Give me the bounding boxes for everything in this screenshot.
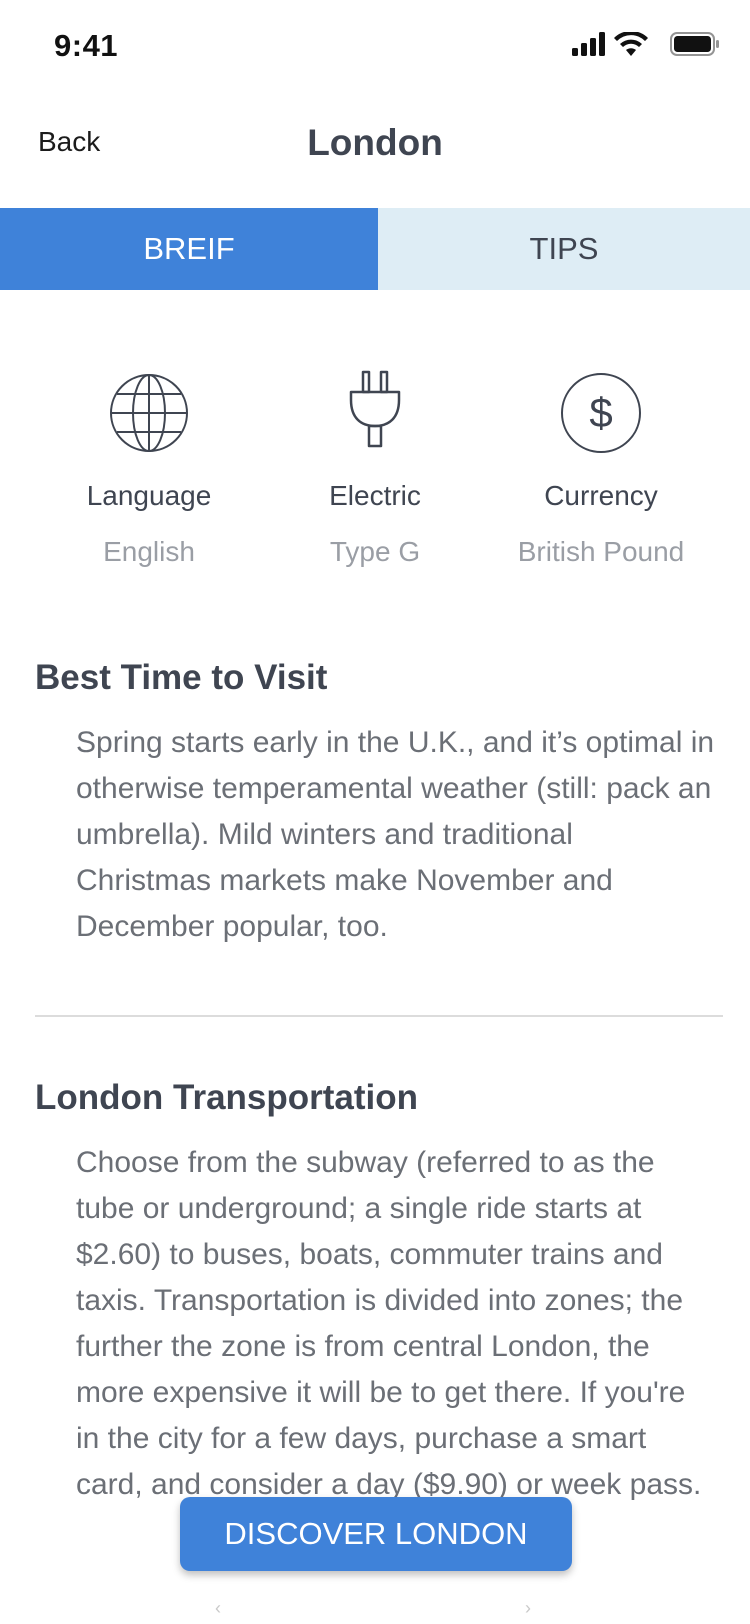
plug-icon: [349, 370, 401, 448]
page-title: London: [307, 122, 443, 163]
tab-brief[interactable]: BREIF: [0, 208, 378, 290]
wifi-icon: [614, 32, 648, 56]
chevron-left-icon: ‹: [215, 1598, 221, 1618]
info-value-currency: British Pound: [517, 536, 685, 567]
globe-icon: [110, 374, 188, 452]
info-label-language: Language: [86, 480, 212, 511]
chevron-right-icon: ›: [525, 1598, 531, 1618]
section-divider: [35, 1015, 723, 1017]
svg-text:$: $: [589, 389, 612, 436]
navigation-bar: Back London: [0, 100, 750, 200]
cellular-signal-icon: [572, 32, 605, 56]
discover-london-button[interactable]: DISCOVER LONDON: [180, 1497, 572, 1571]
info-label-electric: Electric: [329, 480, 421, 511]
status-time: 9:41: [54, 28, 119, 63]
dollar-icon: $: [561, 373, 641, 453]
info-value-language: English: [103, 536, 195, 567]
section-body-best-time: Spring starts early in the U.K., and it’…: [76, 726, 715, 943]
status-bar: 9:41: [0, 0, 750, 90]
quick-info-row: Language English Electric Type G $ Curre…: [0, 360, 750, 590]
info-label-currency: Currency: [544, 480, 658, 511]
section-body-transportation: Choose from the subway (referred to as t…: [76, 1146, 702, 1501]
battery-icon: [670, 32, 719, 56]
info-value-electric: Type G: [329, 536, 421, 567]
section-title-best-time: Best Time to Visit: [35, 658, 328, 697]
section-title-transportation: London Transportation: [35, 1078, 419, 1117]
tab-bar: BREIF TIPS: [0, 208, 750, 290]
tab-tips[interactable]: TIPS: [378, 208, 750, 290]
